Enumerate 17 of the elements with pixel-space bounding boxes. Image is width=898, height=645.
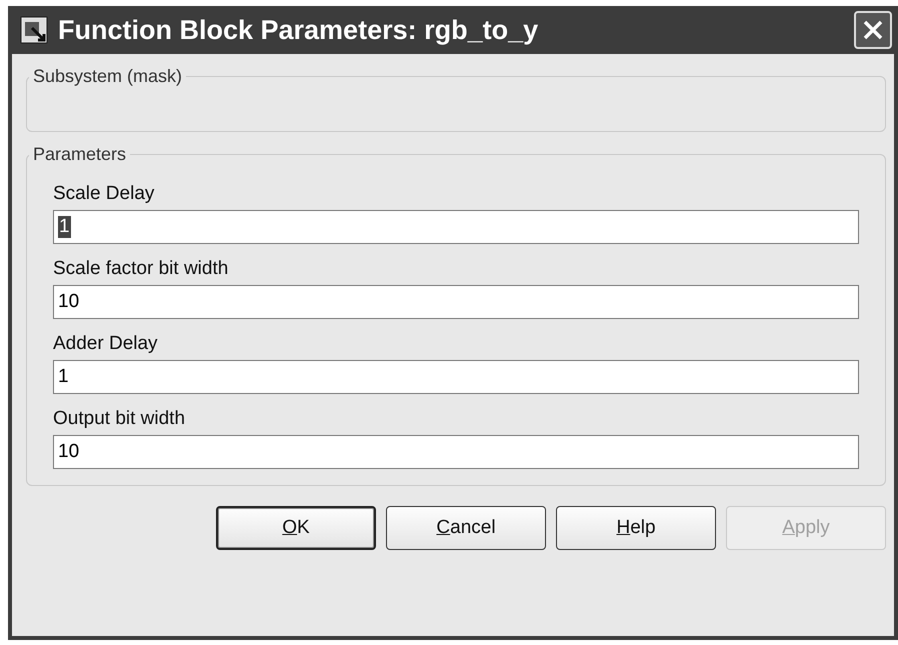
field-label: Adder Delay xyxy=(53,333,159,355)
dialog-button[interactable]: Cancel xyxy=(386,506,546,550)
group-title: Subsystem (mask) xyxy=(32,66,184,87)
field-label: Scale factor bit width xyxy=(53,258,230,280)
dialog-button[interactable]: OK xyxy=(216,506,376,550)
group-title: Parameters xyxy=(32,144,128,165)
field-label: Output bit width xyxy=(53,408,186,430)
window-title: Function Block Parameters: rgb_to_y xyxy=(58,14,540,46)
close-button[interactable] xyxy=(854,11,892,49)
field-label: Scale Delay xyxy=(53,183,156,205)
app-icon xyxy=(20,16,48,44)
input-field[interactable]: 1 xyxy=(53,360,859,394)
input-field[interactable]: 10 xyxy=(53,285,859,319)
dialog-button[interactable]: Help xyxy=(556,506,716,550)
input-field[interactable]: 1 xyxy=(53,210,859,244)
input-field[interactable]: 10 xyxy=(53,435,859,469)
close-icon xyxy=(861,18,885,42)
